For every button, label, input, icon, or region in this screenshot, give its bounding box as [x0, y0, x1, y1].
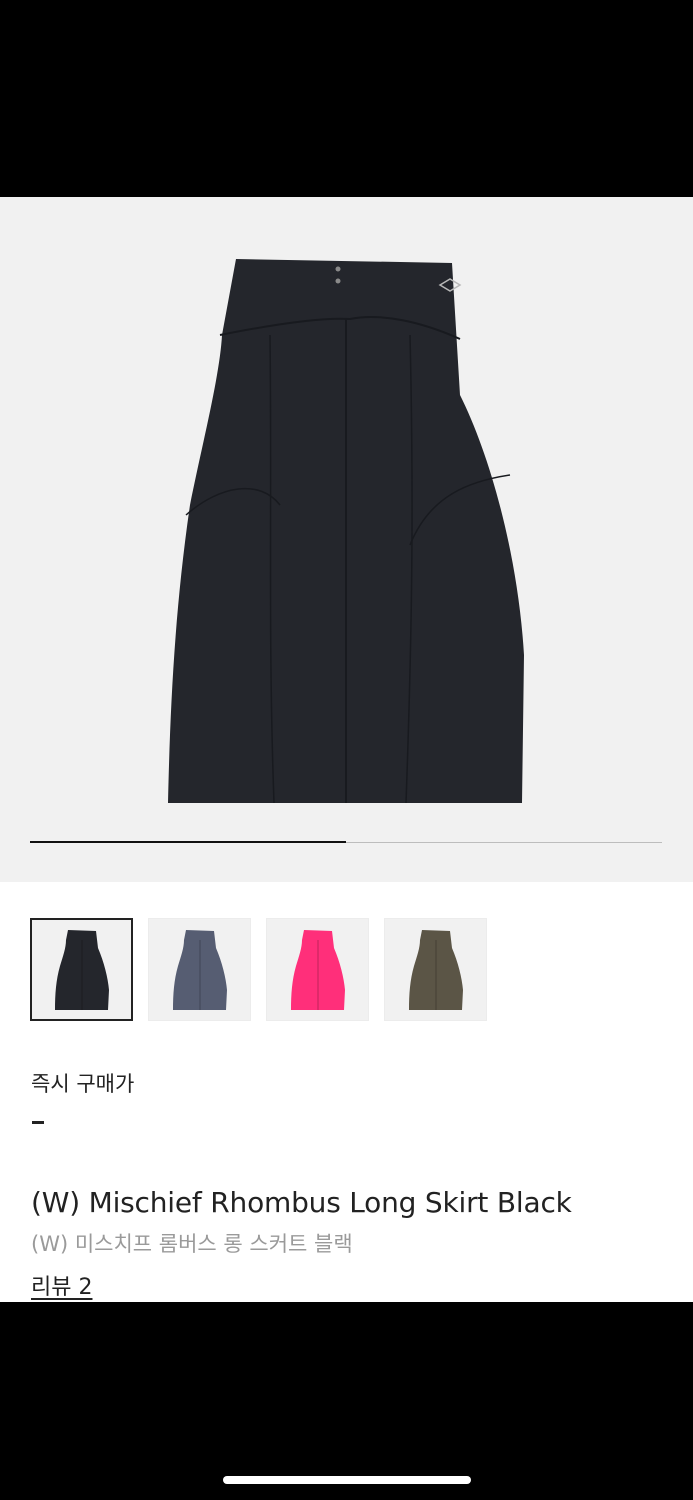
gallery-progress-track — [30, 841, 662, 843]
skirt-pink-icon — [290, 929, 345, 1010]
product-title-ko: (W) 미스치프 롬버스 롱 스커트 블랙 — [31, 1232, 353, 1256]
instant-price-label: 즉시 구매가 — [31, 1072, 135, 1096]
product-image-gallery[interactable] — [0, 197, 693, 882]
thumbnail-gray[interactable] — [148, 918, 251, 1021]
bottom-safe-area — [0, 1302, 693, 1500]
skirt-main-image — [168, 259, 524, 804]
product-info-panel: 즉시 구매가 (W) Mischief Rhombus Long Skirt B… — [0, 882, 693, 1302]
home-indicator[interactable] — [223, 1476, 471, 1484]
review-link[interactable]: 리뷰 2 — [31, 1269, 92, 1301]
status-bar-area — [0, 0, 693, 197]
skirt-black-icon — [54, 929, 109, 1010]
product-title-en: (W) Mischief Rhombus Long Skirt Black — [31, 1186, 572, 1219]
skirt-khaki-icon — [408, 929, 463, 1010]
instant-price-value — [32, 1121, 44, 1124]
thumbnail-khaki[interactable] — [384, 918, 487, 1021]
gallery-progress-fill — [30, 841, 346, 843]
thumbnail-pink[interactable] — [266, 918, 369, 1021]
color-variant-thumbnails — [30, 918, 487, 1021]
skirt-gray-icon — [172, 929, 227, 1010]
thumbnail-black[interactable] — [30, 918, 133, 1021]
